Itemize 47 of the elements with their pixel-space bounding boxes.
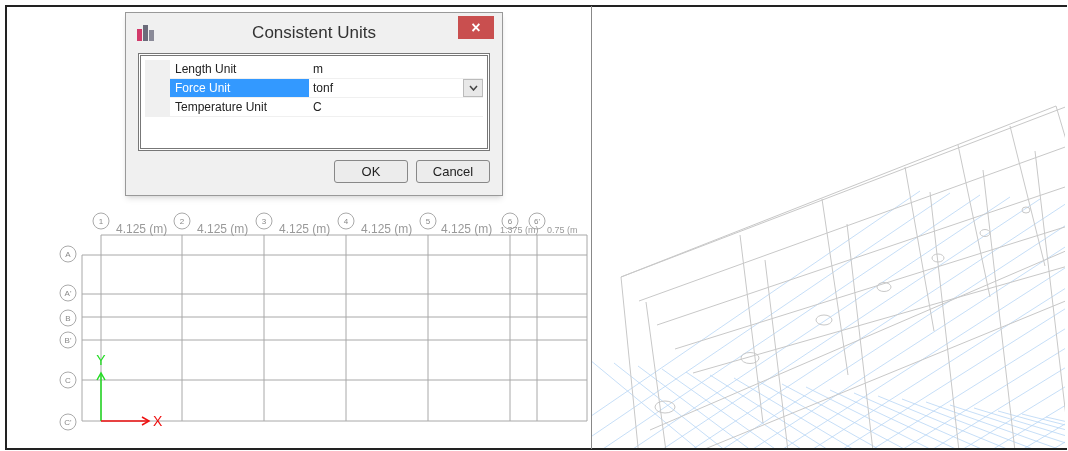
grid-bubble-icon [59, 309, 77, 327]
x-axis-arrow [100, 416, 151, 426]
property-name[interactable]: Temperature Unit [170, 98, 309, 116]
grid-label: 1 [98, 217, 104, 226]
grid-bubble-icon [337, 212, 355, 230]
property-value[interactable]: C [309, 98, 483, 116]
grid-bubble-icon [59, 284, 77, 302]
dialog-button[interactable]: OK [334, 160, 408, 183]
grid-label: A [65, 250, 71, 259]
dialog-title: Consistent Units [252, 22, 376, 45]
grid-label: C' [64, 418, 72, 427]
dimension-label: 4.125 (m) [197, 222, 249, 236]
grid-bubble-icon [59, 413, 77, 431]
grid-label: 6 [507, 217, 513, 226]
chevron-down-icon [468, 85, 478, 91]
axis-label: X [153, 413, 163, 429]
dimension-label: 4.125 (m) [116, 222, 168, 236]
grid-bubble-icon [59, 331, 77, 349]
property-value[interactable]: tonf [309, 79, 463, 97]
dimension-label: 4.125 (m) [441, 222, 493, 236]
property-value[interactable]: m [309, 60, 483, 78]
dialog-button[interactable]: Cancel [416, 160, 490, 183]
grid-label: 6' [534, 217, 540, 226]
dimension-label: 4.125 (m) [279, 222, 331, 236]
dimension-label: 1.375 (m) [500, 225, 539, 235]
grid-label: 3 [261, 217, 267, 226]
grid-bubble-icon [255, 212, 273, 230]
axis-label: Y [96, 352, 106, 368]
grid-bubble-icon [92, 212, 110, 230]
y-axis-arrow [96, 371, 106, 422]
grid-label: 5 [425, 217, 431, 226]
grid-label: 4 [343, 217, 349, 226]
dimension-label: 4.125 (m) [361, 222, 413, 236]
close-button[interactable]: × [458, 16, 494, 39]
app-icon [137, 25, 155, 41]
grid-bubble-icon [59, 245, 77, 263]
grid-bubble-icon [173, 212, 191, 230]
grid-label: A' [64, 289, 72, 298]
grid-bubble-icon [419, 212, 437, 230]
dropdown-button[interactable] [463, 79, 483, 97]
dimension-label: 0.75 (m [547, 225, 578, 235]
grid-label: B' [64, 336, 72, 345]
grid-label: B [65, 314, 71, 323]
grid-label: 2 [179, 217, 185, 226]
grid-bubble-icon [59, 371, 77, 389]
grid-label: C [65, 376, 71, 385]
property-name[interactable]: Length Unit [170, 60, 309, 78]
